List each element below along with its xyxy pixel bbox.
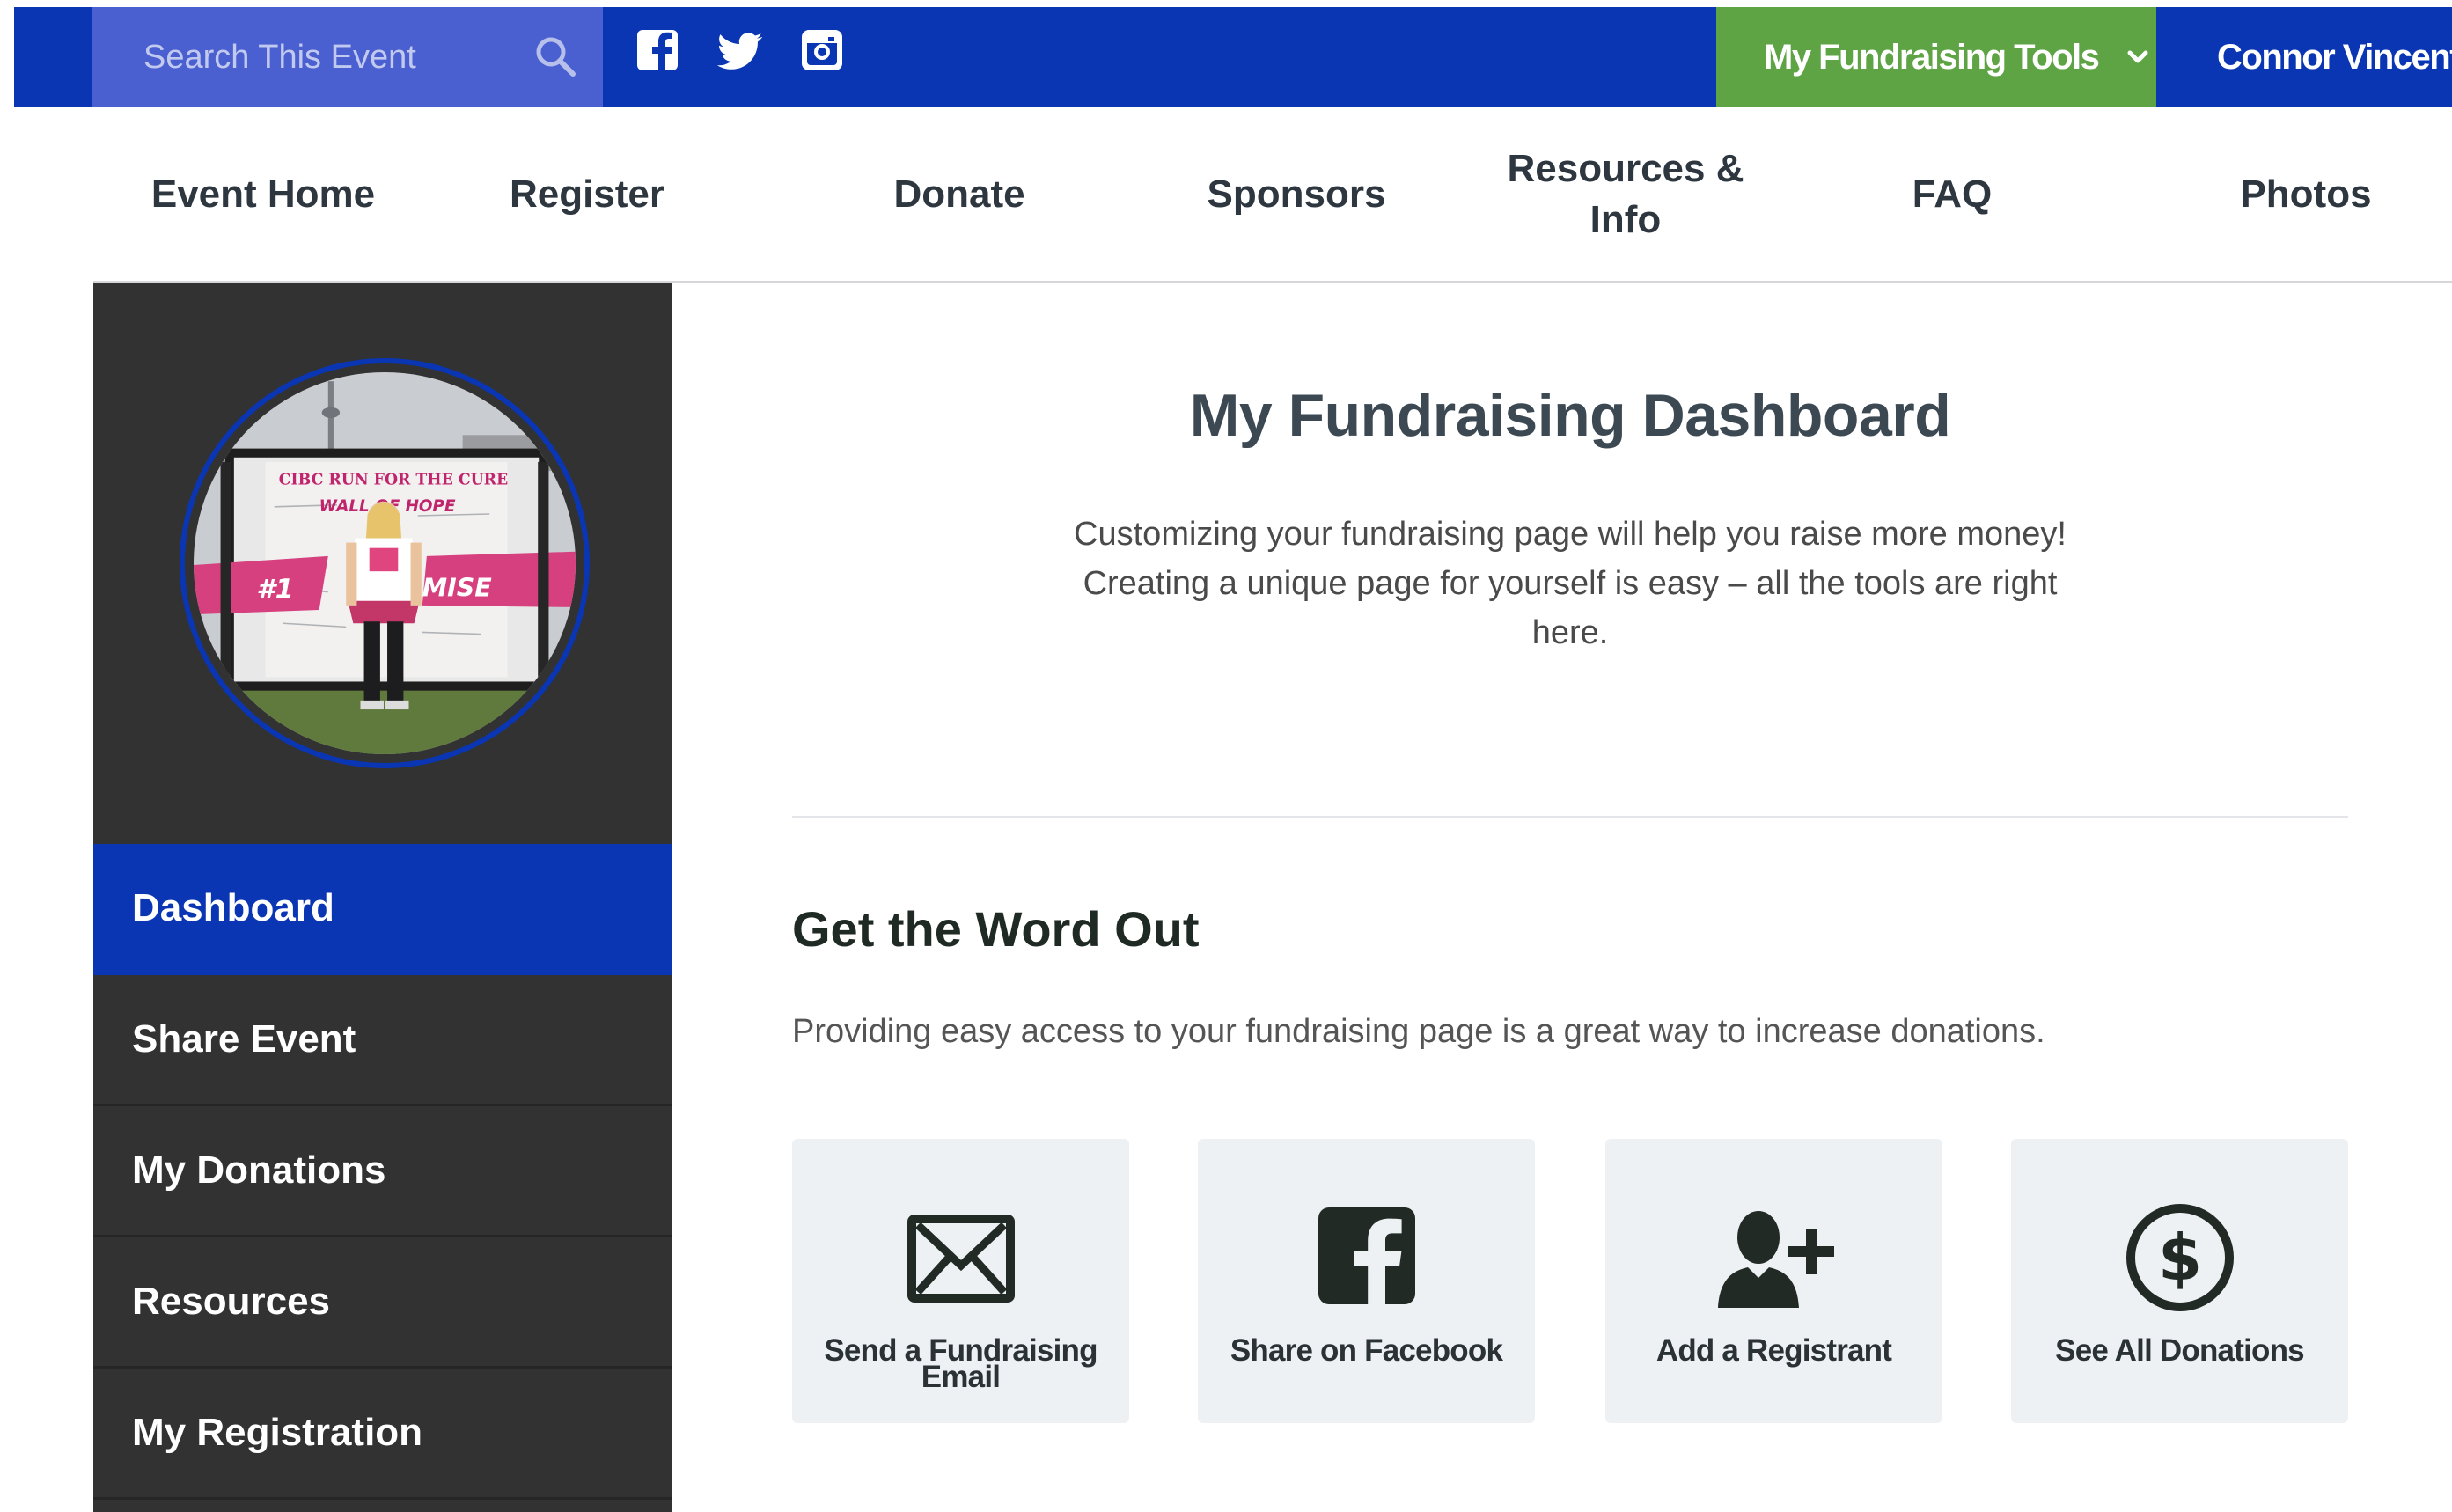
nav-register[interactable]: Register	[461, 107, 713, 282]
search-icon[interactable]	[532, 33, 578, 79]
my-fundraising-tools-button[interactable]: My Fundraising Tools	[1716, 7, 2156, 107]
sidebar-item-label: Share Event	[132, 1017, 356, 1061]
chevron-down-icon	[2127, 50, 2148, 63]
dollar-circle-icon: $	[2125, 1204, 2234, 1311]
nav-donate[interactable]: Donate	[837, 107, 1082, 282]
section-divider	[792, 816, 2348, 818]
see-all-donations-tile[interactable]: $ See All Donations	[2011, 1139, 2348, 1423]
sidebar-item-my-donations[interactable]: My Donations	[93, 1106, 672, 1237]
nav-photos[interactable]: Photos	[2206, 107, 2406, 282]
tile-label: Share on Facebook	[1230, 1333, 1503, 1368]
sidebar-item-resources[interactable]: Resources	[93, 1237, 672, 1369]
facebook-icon	[1318, 1207, 1415, 1304]
sidebar-item-label: Resources	[132, 1280, 331, 1323]
tile-label: See All Donations	[2055, 1333, 2304, 1368]
tile-label: Send a Fundraising Email	[824, 1333, 1098, 1394]
nav-sponsors[interactable]: Sponsors	[1168, 107, 1425, 282]
share-on-facebook-tile[interactable]: Share on Facebook	[1198, 1139, 1535, 1423]
search-box	[92, 7, 603, 107]
sidebar-item-label: My Donations	[132, 1149, 386, 1192]
photo-hashtag-right: MISE	[422, 574, 493, 603]
tile-label: Add a Registrant	[1655, 1333, 1892, 1368]
top-utility-bar: My Fundraising Tools Connor Vincent	[14, 7, 2452, 107]
sidebar-item-share-event[interactable]: Share Event	[93, 975, 672, 1106]
user-account-button[interactable]: Connor Vincent	[2173, 7, 2452, 107]
sidebar-item-label: My Registration	[132, 1411, 423, 1454]
photo-hashtag-left: #1	[256, 575, 294, 606]
add-user-icon	[1717, 1211, 1834, 1308]
dashboard-intro: Customizing your fundraising page will h…	[1074, 516, 2067, 651]
twitter-icon[interactable]	[715, 26, 766, 76]
facebook-icon[interactable]	[636, 26, 680, 76]
page-title: My Fundraising Dashboard	[1189, 382, 1951, 449]
sidebar-item-dashboard[interactable]: Dashboard	[93, 844, 672, 975]
avatar[interactable]: CIBC RUN FOR THE CURE WALL OF HOPE #1 MI…	[194, 372, 576, 754]
photo-sign-text: CIBC RUN FOR THE CURE	[279, 471, 508, 488]
sidebar-item-label: Dashboard	[132, 886, 334, 929]
envelope-icon	[907, 1215, 1015, 1303]
tools-label: My Fundraising Tools	[1764, 37, 2100, 77]
svg-text:$: $	[2157, 1221, 2201, 1295]
instagram-icon[interactable]	[800, 26, 844, 76]
sidebar-item-my-registration[interactable]: My Registration	[93, 1369, 672, 1500]
send-fundraising-email-tile[interactable]: Send a Fundraising Email	[792, 1139, 1129, 1423]
avatar-frame: CIBC RUN FOR THE CURE WALL OF HOPE #1 MI…	[180, 358, 590, 768]
nav-faq[interactable]: FAQ	[1871, 107, 2033, 282]
sidebar-menu: Dashboard Share Event My Donations Resou…	[93, 844, 672, 1500]
avatar-photo: CIBC RUN FOR THE CURE WALL OF HOPE #1 MI…	[194, 372, 576, 754]
nav-event-home[interactable]: Event Home	[130, 107, 396, 282]
section-description: Providing easy access to your fundraisin…	[792, 1013, 2045, 1050]
add-registrant-tile[interactable]: Add a Registrant	[1605, 1139, 1942, 1423]
nav-resources-info[interactable]: Resources & Info	[1477, 107, 1774, 282]
section-title: Get the Word Out	[792, 901, 1200, 957]
search-input[interactable]	[92, 7, 603, 107]
sidebar: CIBC RUN FOR THE CURE WALL OF HOPE #1 MI…	[93, 283, 672, 1512]
user-name: Connor Vincent	[2217, 37, 2452, 77]
main-navigation: Event Home Register Donate Sponsors Reso…	[93, 107, 2452, 282]
